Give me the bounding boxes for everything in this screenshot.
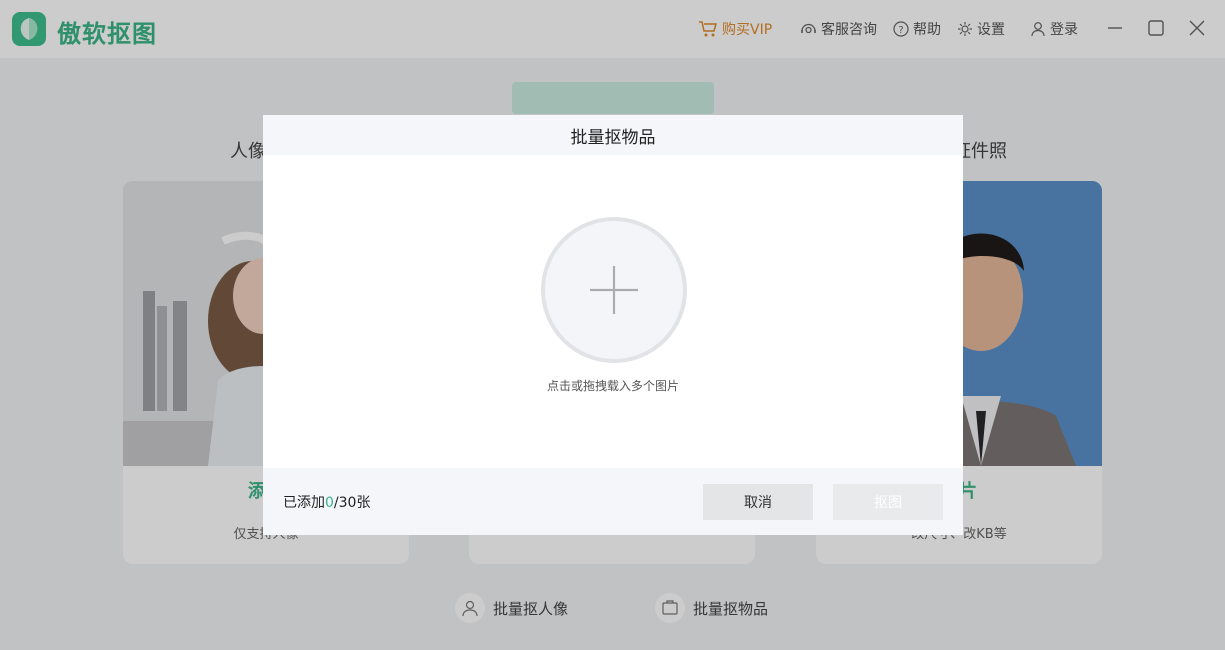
cutout-button[interactable]: 抠图 <box>833 484 943 520</box>
dropzone-hint: 点击或拖拽载入多个图片 <box>546 379 679 393</box>
added-count-value: 0 <box>325 495 334 511</box>
upload-dropzone[interactable] <box>541 217 687 363</box>
dialog-footer: 已添加0/30张 取消 抠图 <box>263 468 963 535</box>
batch-object-dialog: 批量抠物品 点击或拖拽载入多个图片 已添加0/30张 取消 抠图 <box>263 115 963 535</box>
added-count-suffix: /30张 <box>333 495 371 511</box>
added-count-prefix: 已添加 <box>283 495 325 511</box>
added-count: 已添加0/30张 <box>283 492 370 512</box>
cancel-button[interactable]: 取消 <box>703 484 813 520</box>
plus-icon <box>590 266 638 314</box>
dialog-title: 批量抠物品 <box>263 115 963 155</box>
